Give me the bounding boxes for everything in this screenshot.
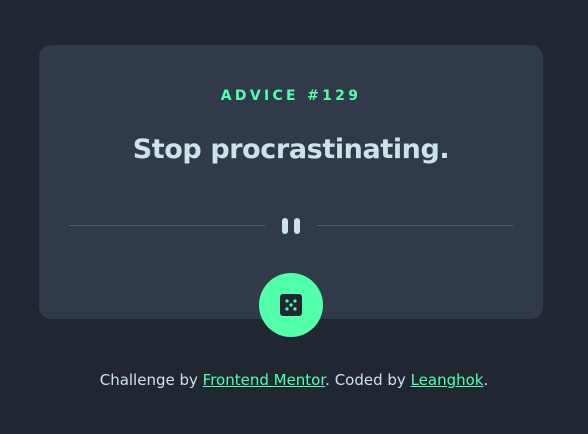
attribution-suffix: . xyxy=(483,371,489,389)
advice-number: ADVICE #129 xyxy=(220,88,362,104)
advice-quote: Stop procrastinating. xyxy=(132,134,450,165)
divider xyxy=(69,217,513,235)
new-advice-button[interactable] xyxy=(259,273,323,337)
frontend-mentor-link[interactable]: Frontend Mentor xyxy=(203,371,326,389)
divider-line-right xyxy=(317,225,513,226)
attribution-prefix: Challenge by xyxy=(99,371,203,389)
author-link[interactable]: Leanghok xyxy=(411,371,484,389)
attribution: Challenge by Frontend Mentor. Coded by L… xyxy=(0,370,588,390)
pause-icon xyxy=(281,218,301,234)
advice-card: ADVICE #129 Stop procrastinating. xyxy=(39,45,543,337)
dice-icon xyxy=(280,294,302,316)
divider-line-left xyxy=(69,225,265,226)
attribution-middle: . Coded by xyxy=(325,371,411,389)
